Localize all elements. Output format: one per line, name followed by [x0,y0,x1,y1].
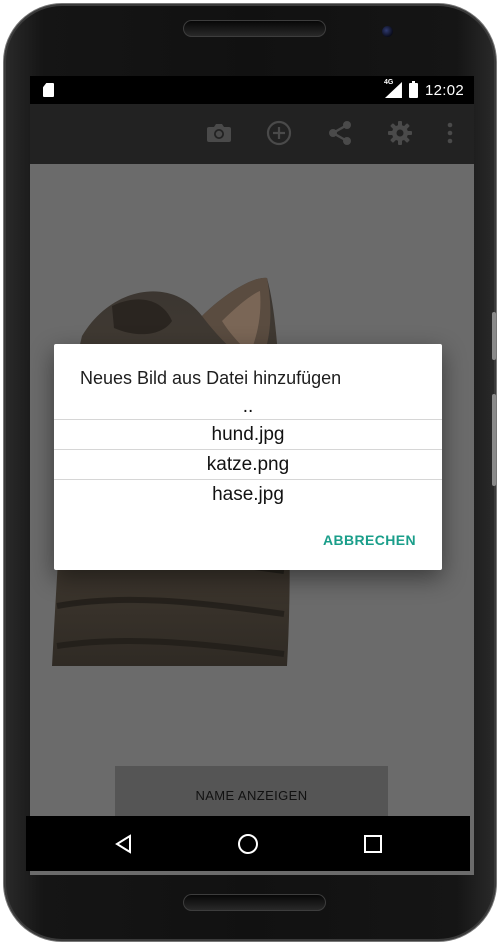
add-circle-icon[interactable] [266,120,292,146]
list-item[interactable]: hund.jpg [54,420,442,449]
list-item[interactable]: .. [54,394,442,419]
sd-card-icon [43,83,54,97]
power-button [492,312,496,360]
home-icon[interactable] [234,830,262,858]
share-icon[interactable] [327,120,353,146]
status-bar: 4G 12:02 [30,76,474,104]
front-camera [382,26,393,37]
file-picker-dialog: Neues Bild aus Datei hinzufügen .. hund.… [54,344,442,570]
back-icon[interactable] [110,830,138,858]
list-item[interactable]: hase.jpg [54,480,442,509]
signal-icon: 4G [383,79,402,98]
network-type: 4G [383,79,394,86]
cancel-button[interactable]: ABBRECHEN [323,532,416,548]
recents-icon[interactable] [359,830,387,858]
list-item[interactable]: katze.png [54,450,442,479]
top-speaker [183,20,326,37]
navigation-bar [26,816,470,871]
camera-icon[interactable] [206,120,232,146]
more-vert-icon[interactable] [437,120,463,146]
volume-button [492,394,496,486]
battery-icon [408,80,418,98]
dialog-title: Neues Bild aus Datei hinzufügen [80,368,342,388]
settings-icon[interactable] [387,120,413,146]
app-toolbar [30,104,474,164]
status-time: 12:02 [424,81,464,99]
bottom-speaker [183,894,326,911]
